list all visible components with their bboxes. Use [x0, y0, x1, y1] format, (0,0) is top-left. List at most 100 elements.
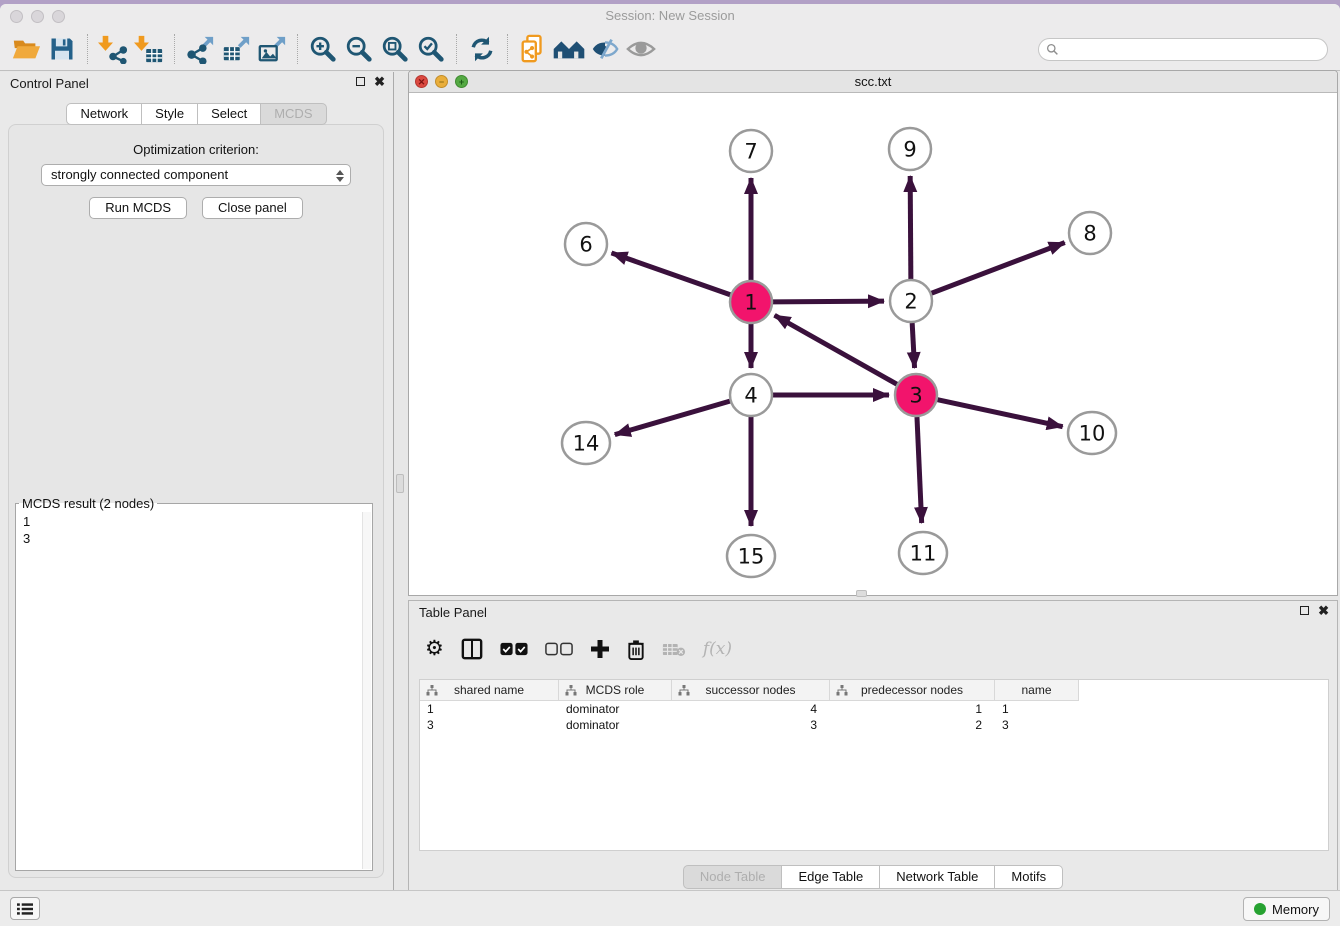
- table-cell[interactable]: 2: [830, 717, 995, 733]
- zoom-in-icon[interactable]: [305, 31, 341, 67]
- table-cell[interactable]: dominator: [559, 701, 672, 717]
- import-table-icon[interactable]: [131, 31, 167, 67]
- export-table-icon[interactable]: [218, 31, 254, 67]
- table-tab-network-table[interactable]: Network Table: [880, 865, 995, 889]
- delete-table-icon: [662, 636, 686, 662]
- table-cell[interactable]: 3: [672, 717, 830, 733]
- node-label-11: 11: [910, 542, 937, 566]
- export-network-icon[interactable]: [182, 31, 218, 67]
- table-row[interactable]: 1dominator411: [420, 701, 1328, 717]
- column-header-MCDS-role[interactable]: MCDS role: [559, 680, 672, 701]
- edge-2-9[interactable]: [910, 176, 911, 279]
- result-scrollbar[interactable]: [362, 512, 371, 869]
- toolbar-separator: [87, 34, 88, 64]
- mcds-result-list[interactable]: 13: [17, 513, 361, 868]
- network-graph[interactable]: 1234678910111415: [409, 93, 1337, 595]
- table-cell[interactable]: 3: [995, 717, 1079, 733]
- network-from-file-icon[interactable]: [515, 31, 551, 67]
- table-panel-title: Table Panel: [419, 605, 487, 620]
- network-frame-titlebar[interactable]: ✕ − + scc.txt: [409, 71, 1337, 93]
- edge-3-10[interactable]: [938, 400, 1063, 427]
- memory-label: Memory: [1272, 902, 1319, 917]
- node-label-8: 8: [1083, 222, 1096, 246]
- zoom-selected-icon[interactable]: [413, 31, 449, 67]
- toggle-details-icon[interactable]: [587, 31, 623, 67]
- edge-1-2[interactable]: [773, 301, 884, 302]
- table-cell[interactable]: 1: [830, 701, 995, 717]
- toggle-panes-icon[interactable]: [461, 636, 483, 662]
- memory-button[interactable]: Memory: [1243, 897, 1330, 921]
- export-image-icon[interactable]: [254, 31, 290, 67]
- mcds-result-box: MCDS result (2 nodes) 13: [15, 496, 373, 871]
- close-panel-icon[interactable]: ✖: [374, 76, 385, 87]
- select-all-columns-icon[interactable]: [500, 636, 528, 662]
- run-mcds-button[interactable]: Run MCDS: [89, 197, 187, 219]
- delete-column-icon[interactable]: [627, 636, 645, 662]
- save-session-icon[interactable]: [44, 31, 80, 67]
- float-panel-icon[interactable]: [356, 77, 365, 86]
- search-field[interactable]: [1038, 38, 1328, 61]
- memory-status-icon: [1254, 903, 1266, 915]
- refresh-icon[interactable]: [464, 31, 500, 67]
- table-cell[interactable]: 1: [420, 701, 559, 717]
- session-window: Session: New Session: [0, 4, 1340, 926]
- edge-3-1[interactable]: [775, 315, 897, 384]
- node-label-4: 4: [744, 384, 757, 408]
- edge-3-11[interactable]: [917, 417, 922, 523]
- zoom-fit-icon[interactable]: [377, 31, 413, 67]
- tab-select[interactable]: Select: [198, 103, 261, 125]
- node-label-6: 6: [579, 233, 592, 257]
- table-body: 1dominator4113dominator323: [420, 701, 1328, 733]
- node-label-15: 15: [738, 545, 765, 569]
- zoom-out-icon[interactable]: [341, 31, 377, 67]
- horizontal-splitter-handle[interactable]: [856, 590, 867, 597]
- criterion-select[interactable]: strongly connected component: [41, 164, 351, 186]
- table-cell[interactable]: 3: [420, 717, 559, 733]
- column-header-successor-nodes[interactable]: successor nodes: [672, 680, 830, 701]
- window-titlebar: Session: New Session: [0, 4, 1340, 28]
- float-table-panel-icon[interactable]: [1300, 606, 1309, 615]
- edge-1-6[interactable]: [611, 253, 730, 295]
- node-label-1: 1: [744, 291, 757, 315]
- tab-network[interactable]: Network: [66, 103, 142, 125]
- table-row[interactable]: 3dominator323: [420, 717, 1328, 733]
- list-icon: [17, 902, 33, 916]
- column-header-name[interactable]: name: [995, 680, 1079, 701]
- node-label-9: 9: [903, 138, 916, 162]
- node-label-14: 14: [573, 432, 600, 456]
- vertical-splitter-handle[interactable]: [396, 474, 404, 493]
- column-header-predecessor-nodes[interactable]: predecessor nodes: [830, 680, 995, 701]
- tab-style[interactable]: Style: [142, 103, 198, 125]
- network-canvas[interactable]: 1234678910111415: [409, 93, 1337, 595]
- import-network-icon[interactable]: [95, 31, 131, 67]
- table-cell[interactable]: 4: [672, 701, 830, 717]
- task-history-button[interactable]: [10, 897, 40, 920]
- open-session-icon[interactable]: [8, 31, 44, 67]
- table-options-icon[interactable]: ⚙: [425, 636, 444, 662]
- tab-mcds[interactable]: MCDS: [261, 103, 326, 125]
- table-panel: Table Panel ✖ ⚙: [408, 600, 1338, 892]
- main-toolbar: [0, 28, 1340, 71]
- search-input[interactable]: [1063, 43, 1313, 57]
- table-tab-node-table[interactable]: Node Table: [683, 865, 783, 889]
- add-column-icon[interactable]: [590, 636, 610, 662]
- table-tab-motifs[interactable]: Motifs: [995, 865, 1063, 889]
- home-layout-icon[interactable]: [551, 31, 587, 67]
- show-details-icon: [623, 31, 659, 67]
- edge-2-3[interactable]: [912, 323, 914, 368]
- table-cell[interactable]: 1: [995, 701, 1079, 717]
- node-table[interactable]: shared nameMCDS rolesuccessor nodesprede…: [419, 679, 1329, 851]
- mcds-result-item[interactable]: 1: [17, 513, 361, 530]
- table-tab-edge-table[interactable]: Edge Table: [782, 865, 880, 889]
- edge-4-14[interactable]: [615, 401, 730, 434]
- close-table-panel-icon[interactable]: ✖: [1318, 605, 1329, 616]
- cytoscape-app: Session: New Session: [0, 0, 1340, 926]
- unselect-all-columns-icon[interactable]: [545, 636, 573, 662]
- close-panel-button[interactable]: Close panel: [202, 197, 303, 219]
- control-panel-title: Control Panel: [10, 76, 89, 91]
- edge-2-8[interactable]: [932, 243, 1065, 294]
- table-cell[interactable]: dominator: [559, 717, 672, 733]
- mcds-result-item[interactable]: 3: [17, 530, 361, 547]
- criterion-value: strongly connected component: [51, 167, 228, 182]
- column-header-shared-name[interactable]: shared name: [420, 680, 559, 701]
